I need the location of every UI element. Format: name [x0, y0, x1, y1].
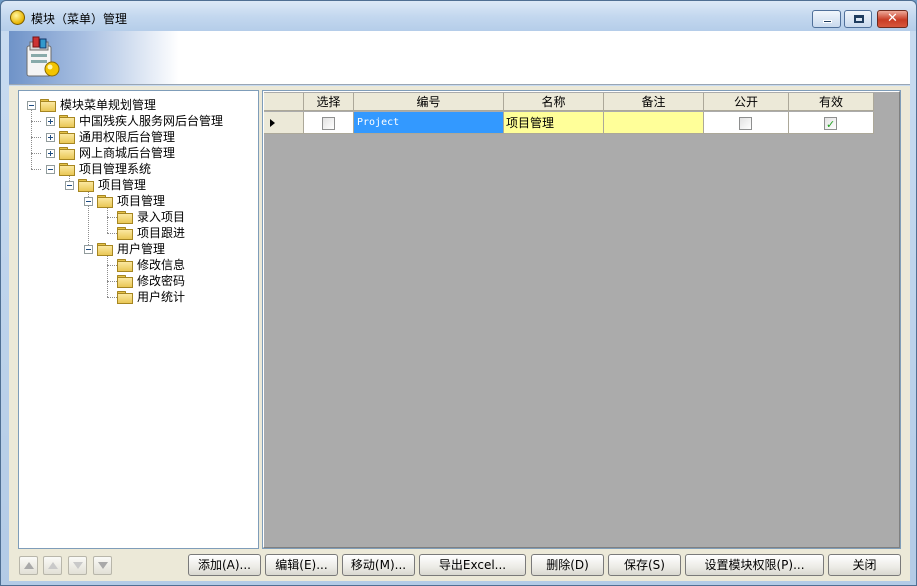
- tree-node-label: 用户管理: [117, 242, 166, 256]
- folder-icon: [117, 275, 133, 288]
- window-title: 模块（菜单）管理: [31, 12, 128, 26]
- tree-node-label: 项目管理系统: [79, 162, 152, 176]
- grid-corner-header: [264, 93, 304, 111]
- tree-node-mall[interactable]: 网上商城后台管理: [46, 145, 175, 161]
- move-down-icon: [73, 562, 83, 569]
- tree-node-user-mgmt[interactable]: 用户管理: [84, 241, 165, 257]
- cell-select[interactable]: [304, 112, 354, 134]
- tree-node-label: 修改密码: [137, 274, 186, 288]
- close-icon: ✕: [887, 11, 898, 26]
- header-banner: [9, 31, 910, 85]
- tree-node-label: 通用权限后台管理: [79, 130, 176, 144]
- folder-icon: [117, 211, 133, 224]
- move-bottom-button[interactable]: [93, 556, 112, 575]
- module-box-icon: [26, 36, 60, 77]
- move-bottom-icon: [98, 562, 108, 569]
- move-up-button[interactable]: [43, 556, 62, 575]
- module-tree[interactable]: 模块菜单规划管理 中国残疾人服务网后台管理 通用权限后台管理 网上商城后台管理: [18, 90, 259, 549]
- column-header-valid[interactable]: 有效: [789, 93, 874, 111]
- tree-node-user-stats[interactable]: 用户统计: [117, 289, 185, 305]
- module-manager-window: 模块（菜单）管理 ✕ 模块菜单规划管理 中国残疾人服务网后台管理 通用权限后台管…: [0, 0, 917, 586]
- collapse-toggle-icon[interactable]: [65, 180, 74, 190]
- current-row-arrow-icon: [270, 119, 275, 127]
- folder-icon: [97, 243, 113, 256]
- cell-note[interactable]: [604, 112, 704, 134]
- tree-node-disability-service[interactable]: 中国残疾人服务网后台管理: [46, 113, 223, 129]
- public-checkbox[interactable]: [739, 117, 752, 130]
- expand-toggle-icon[interactable]: [46, 132, 55, 142]
- tree-node-project-mgmt-sub[interactable]: 项目管理: [84, 193, 165, 209]
- tree-node-edit-info[interactable]: 修改信息: [117, 257, 185, 273]
- move-top-button[interactable]: [19, 556, 38, 575]
- maximize-button[interactable]: [844, 10, 872, 28]
- folder-icon: [117, 259, 133, 272]
- cell-name[interactable]: 项目管理: [504, 112, 604, 134]
- tree-node-label: 用户统计: [137, 290, 186, 304]
- folder-icon: [117, 227, 133, 240]
- row-header[interactable]: [264, 112, 304, 134]
- collapse-toggle-icon[interactable]: [84, 244, 93, 254]
- folder-icon: [78, 179, 94, 192]
- tree-node-label: 中国残疾人服务网后台管理: [79, 114, 224, 128]
- edit-button[interactable]: 编辑(E)...: [265, 554, 338, 576]
- column-header-note[interactable]: 备注: [604, 93, 704, 111]
- cell-public[interactable]: [704, 112, 789, 134]
- move-down-button[interactable]: [68, 556, 87, 575]
- export-excel-button[interactable]: 导出Excel...: [419, 554, 526, 576]
- move-up-icon: [48, 562, 58, 569]
- tree-node-label: 修改信息: [137, 258, 186, 272]
- minimize-icon: [823, 20, 832, 23]
- folder-icon: [59, 115, 75, 128]
- expand-toggle-icon[interactable]: [46, 116, 55, 126]
- minimize-button[interactable]: [812, 10, 841, 28]
- close-window-button[interactable]: ✕: [877, 10, 908, 28]
- grid-body: 选择 编号 名称 备注 公开 有效 Project 项目管理: [263, 91, 900, 548]
- cell-code[interactable]: Project: [354, 112, 504, 134]
- column-header-select[interactable]: 选择: [304, 93, 354, 111]
- collapse-toggle-icon[interactable]: [46, 164, 55, 174]
- select-checkbox[interactable]: [322, 117, 335, 130]
- expand-toggle-icon[interactable]: [46, 148, 55, 158]
- title-bar[interactable]: 模块（菜单）管理 ✕: [1, 1, 916, 31]
- valid-checkbox[interactable]: [824, 114, 837, 133]
- module-grid[interactable]: 选择 编号 名称 备注 公开 有效 Project 项目管理: [262, 90, 901, 549]
- delete-button[interactable]: 删除(D): [531, 554, 604, 576]
- folder-icon: [59, 131, 75, 144]
- move-top-icon: [24, 562, 34, 569]
- cell-valid[interactable]: [789, 112, 874, 134]
- client-area: 模块菜单规划管理 中国残疾人服务网后台管理 通用权限后台管理 网上商城后台管理: [9, 86, 910, 581]
- set-permissions-button[interactable]: 设置模块权限(P)...: [685, 554, 824, 576]
- tree-node-label: 录入项目: [137, 210, 186, 224]
- tree-node-root[interactable]: 模块菜单规划管理: [27, 97, 156, 113]
- folder-icon: [59, 147, 75, 160]
- app-icon: [10, 10, 25, 25]
- tree-node-label: 项目管理: [98, 178, 147, 192]
- folder-open-icon: [59, 163, 75, 176]
- tree-node-permissions[interactable]: 通用权限后台管理: [46, 129, 175, 145]
- column-header-code[interactable]: 编号: [354, 93, 504, 111]
- tree-node-project-system[interactable]: 项目管理系统: [46, 161, 151, 177]
- tree-node-label: 项目跟进: [137, 226, 186, 240]
- column-header-name[interactable]: 名称: [504, 93, 604, 111]
- add-button[interactable]: 添加(A)...: [188, 554, 261, 576]
- collapse-toggle-icon[interactable]: [84, 196, 93, 206]
- move-button[interactable]: 移动(M)...: [342, 554, 415, 576]
- column-header-public[interactable]: 公开: [704, 93, 789, 111]
- tree-node-change-password[interactable]: 修改密码: [117, 273, 185, 289]
- tree-node-enter-project[interactable]: 录入项目: [117, 209, 185, 225]
- maximize-icon: [854, 15, 864, 23]
- tree-node-label: 项目管理: [117, 194, 166, 208]
- folder-icon: [97, 195, 113, 208]
- tree-node-label: 模块菜单规划管理: [60, 98, 157, 112]
- close-button[interactable]: 关闭: [828, 554, 901, 576]
- save-button[interactable]: 保存(S): [608, 554, 681, 576]
- tree-node-track-project[interactable]: 项目跟进: [117, 225, 185, 241]
- tree-node-label: 网上商城后台管理: [79, 146, 176, 160]
- tree-node-project-mgmt[interactable]: 项目管理: [65, 177, 146, 193]
- folder-icon: [40, 99, 56, 112]
- collapse-toggle-icon[interactable]: [27, 100, 36, 110]
- folder-icon: [117, 291, 133, 304]
